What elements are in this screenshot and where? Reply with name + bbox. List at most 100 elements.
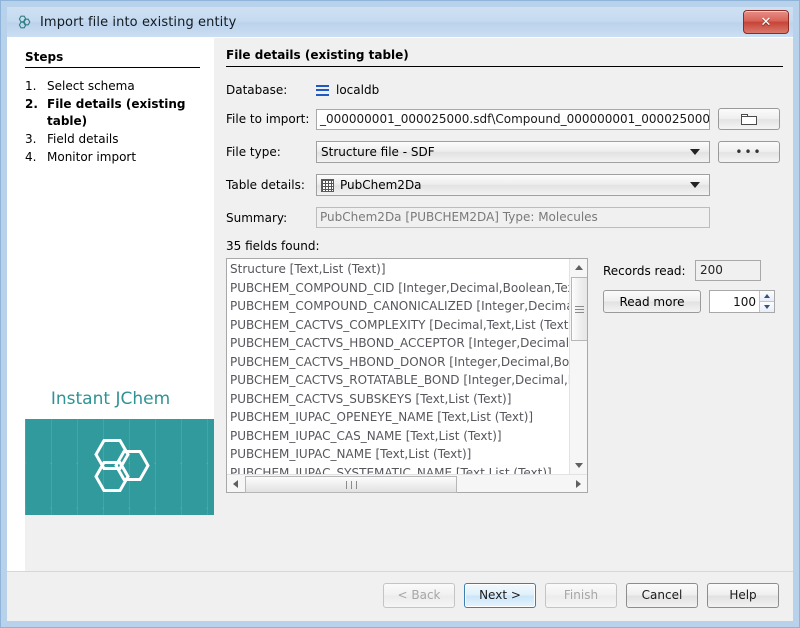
chevron-down-icon [690,149,700,155]
records-read-row: Records read: 200 [603,260,783,281]
table-grid-icon [321,179,334,192]
records-read-value: 200 [695,260,761,281]
database-label: Database: [226,83,316,97]
file-type-options-button[interactable]: ••• [718,141,780,163]
step-label: Monitor import [47,149,200,166]
triangle-up-icon [764,294,770,298]
list-item[interactable]: PUBCHEM_CACTVS_HBOND_DONOR [Integer,Deci… [227,353,569,372]
fields-horizontal-scrollbar[interactable] [227,474,587,492]
table-details-value: PubChem2Da [340,178,690,192]
import-dialog-window: Import file into existing entity ✕ Steps… [0,0,800,628]
records-amount-value: 100 [710,295,759,309]
jchem-hexagon-icon [15,13,33,31]
records-amount-stepper[interactable]: 100 [709,290,775,313]
fields-list-items: Structure [Text,List (Text)] PUBCHEM_COM… [227,259,569,474]
folder-open-icon [741,114,757,125]
records-controls: Records read: 200 Read more 100 [603,258,783,322]
cancel-button-label: Cancel [642,588,683,602]
step-item-monitor-import: 4. Monitor import [25,149,200,166]
scroll-right-button[interactable] [570,475,587,492]
step-item-select-schema: 1. Select schema [25,78,200,95]
horizontal-scroll-thumb[interactable] [245,476,457,493]
table-details-row: Table details: PubChem2Da [226,174,783,196]
fields-area: Structure [Text,List (Text)] PUBCHEM_COM… [226,258,783,493]
list-item[interactable]: Structure [Text,List (Text)] [227,260,569,279]
step-label: Field details [47,131,200,148]
title-bar: Import file into existing entity ✕ [7,7,793,37]
step-label: File details (existing table) [47,96,200,130]
stepper-increment-button[interactable] [759,291,774,302]
brand-name: Instant JChem [7,381,214,419]
list-item[interactable]: PUBCHEM_CACTVS_HBOND_ACCEPTOR [Integer,D… [227,334,569,353]
stepper-decrement-button[interactable] [759,302,774,312]
fields-listbox[interactable]: Structure [Text,List (Text)] PUBCHEM_COM… [226,258,588,493]
next-button[interactable]: Next > [464,583,536,608]
read-more-button[interactable]: Read more [603,290,701,313]
footer-bottom-edge [7,618,793,621]
list-item[interactable]: PUBCHEM_IUPAC_NAME [Text,List (Text)] [227,445,569,464]
triangle-down-icon [764,305,770,309]
fields-vertical-scrollbar[interactable] [569,259,587,474]
fields-list-body: Structure [Text,List (Text)] PUBCHEM_COM… [227,259,587,474]
scroll-up-button[interactable] [570,259,587,276]
step-number: 3. [25,131,47,148]
cancel-button[interactable]: Cancel [626,583,698,608]
close-icon: ✕ [761,16,772,29]
file-to-import-input[interactable]: _000000001_000025000.sdf\Compound_000000… [316,109,710,130]
steps-list: Steps 1. Select schema 2. File details (… [7,38,214,167]
grip-icon [575,304,584,315]
help-button[interactable]: Help [707,583,779,608]
database-row: Database: localdb [226,83,783,97]
steps-title: Steps [25,50,200,68]
scroll-left-button[interactable] [227,475,244,492]
file-details-panel: File details (existing table) Database: … [214,38,797,571]
finish-button[interactable]: Finish [545,583,617,608]
next-button-label: Next > [479,588,521,602]
grip-icon [344,481,359,489]
triangle-down-icon [575,463,583,468]
stepper-buttons [759,291,774,312]
list-item[interactable]: PUBCHEM_CACTVS_COMPLEXITY [Decimal,Text,… [227,316,569,335]
vertical-scroll-thumb[interactable] [571,277,587,341]
close-button[interactable]: ✕ [743,10,789,34]
triangle-right-icon [576,480,581,488]
file-type-value: Structure file - SDF [321,145,690,159]
file-to-import-row: File to import: _000000001_000025000.sdf… [226,108,783,130]
file-to-import-label: File to import: [226,112,316,126]
list-item[interactable]: PUBCHEM_IUPAC_OPENEYE_NAME [Text,List (T… [227,408,569,427]
file-type-label: File type: [226,145,316,159]
summary-value: PubChem2Da [PUBCHEM2DA] Type: Molecules [316,207,710,228]
dialog-footer: < Back Next > Finish Cancel Help [7,571,793,618]
chevron-down-icon [690,182,700,188]
database-value-group: localdb [316,83,379,97]
brand-artwork [25,419,214,515]
list-item[interactable]: PUBCHEM_IUPAC_CAS_NAME [Text,List (Text)… [227,427,569,446]
list-item[interactable]: PUBCHEM_IUPAC_SYSTEMATIC_NAME [Text,List… [227,464,569,475]
summary-label: Summary: [226,211,316,225]
step-label: Select schema [47,78,200,95]
list-item[interactable]: PUBCHEM_COMPOUND_CID [Integer,Decimal,Bo… [227,279,569,298]
main-row: Steps 1. Select schema 2. File details (… [7,38,793,571]
list-item[interactable]: PUBCHEM_CACTVS_SUBSKEYS [Text,List (Text… [227,390,569,409]
panel-heading: File details (existing table) [226,48,783,67]
back-button-label: < Back [397,588,440,602]
database-value: localdb [336,83,379,97]
records-read-label: Records read: [603,264,695,278]
browse-file-button[interactable] [718,108,780,130]
step-item-file-details: 2. File details (existing table) [25,96,200,130]
table-details-select[interactable]: PubChem2Da [316,174,710,196]
help-button-label: Help [729,588,756,602]
back-button[interactable]: < Back [383,583,455,608]
file-type-select[interactable]: Structure file - SDF [316,141,710,163]
list-item[interactable]: PUBCHEM_COMPOUND_CANONICALIZED [Integer,… [227,297,569,316]
file-type-row: File type: Structure file - SDF ••• [226,141,783,163]
dialog-content: Steps 1. Select schema 2. File details (… [7,37,793,621]
step-number: 4. [25,149,47,166]
read-more-row: Read more 100 [603,290,783,313]
window-title: Import file into existing entity [40,15,236,30]
step-number: 2. [25,96,47,130]
list-item[interactable]: PUBCHEM_CACTVS_ROTATABLE_BOND [Integer,D… [227,371,569,390]
triangle-up-icon [575,265,583,270]
triangle-left-icon [233,480,238,488]
scroll-down-button[interactable] [570,457,587,474]
